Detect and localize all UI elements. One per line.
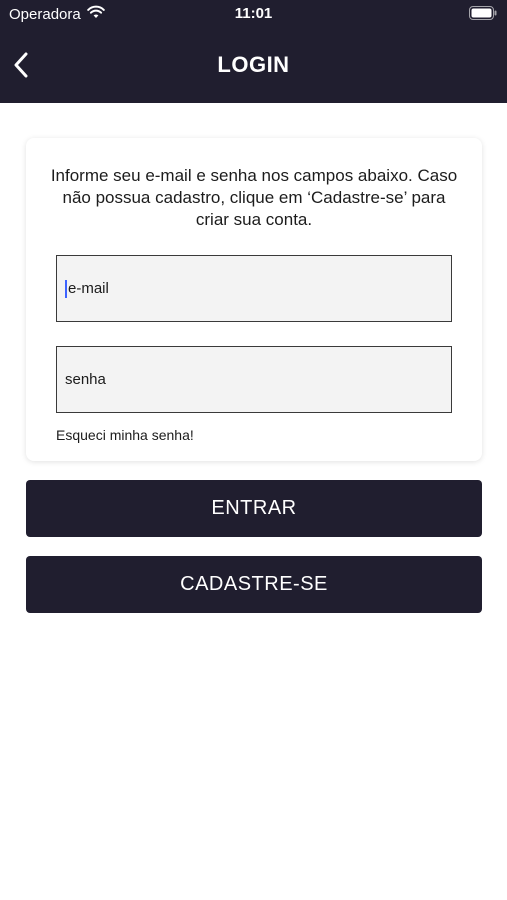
login-screen: Operadora 11:01 LOGIN Informe seu e-mail…	[0, 0, 507, 900]
instructions-text: Informe seu e-mail e senha nos campos ab…	[50, 166, 458, 229]
forgot-password-link[interactable]: Esqueci minha senha!	[56, 427, 194, 443]
email-placeholder: e-mail	[68, 280, 109, 297]
top-bar: Operadora 11:01 LOGIN	[0, 0, 507, 103]
enter-button[interactable]: ENTRAR	[26, 480, 482, 537]
password-field[interactable]: senha	[56, 346, 452, 413]
text-caret	[65, 279, 67, 298]
password-placeholder: senha	[65, 371, 106, 388]
register-button[interactable]: CADASTRE-SE	[26, 556, 482, 613]
email-field[interactable]: e-mail	[56, 255, 452, 322]
status-time: 11:01	[234, 5, 273, 22]
login-card: Informe seu e-mail e senha nos campos ab…	[26, 138, 482, 461]
page-title: LOGIN	[217, 52, 290, 77]
battery-icon	[469, 6, 497, 25]
enter-button-label: ENTRAR	[211, 497, 297, 519]
register-button-label: CADASTRE-SE	[180, 573, 328, 595]
